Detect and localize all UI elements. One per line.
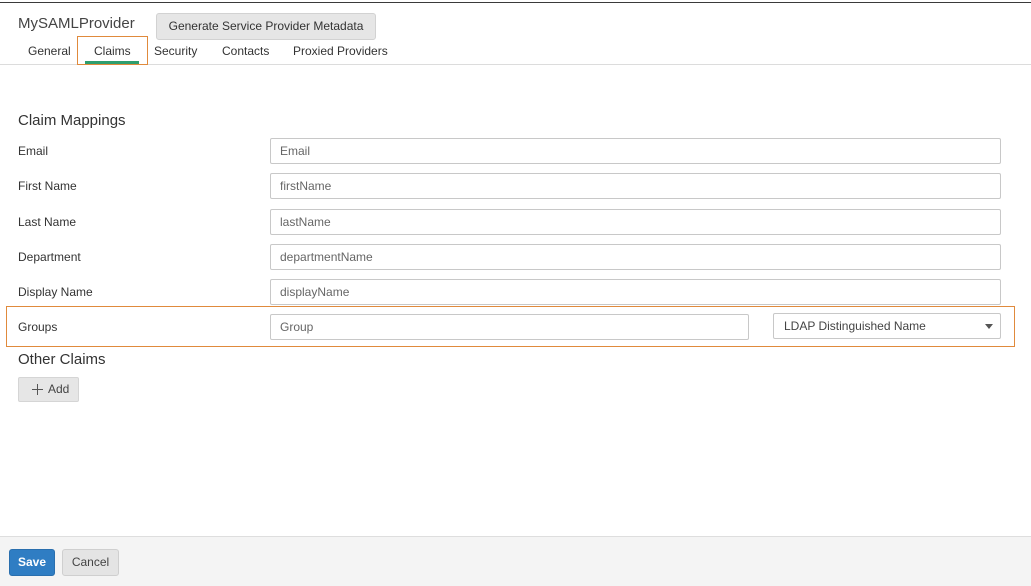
tab-general[interactable]: General <box>28 44 71 58</box>
tab-focus-outline <box>77 36 148 65</box>
department-label: Department <box>18 250 81 264</box>
tab-security[interactable]: Security <box>154 44 197 58</box>
plus-icon <box>32 384 43 395</box>
last-name-label: Last Name <box>18 215 77 229</box>
footer-bar: Save Cancel <box>0 536 1031 586</box>
generate-metadata-button[interactable]: Generate Service Provider Metadata <box>156 13 376 40</box>
first-name-claim-input[interactable] <box>270 173 1001 199</box>
display-name-label: Display Name <box>18 285 93 299</box>
last-name-claim-input[interactable] <box>270 209 1001 235</box>
add-claim-button[interactable]: Add <box>18 377 79 402</box>
other-claims-heading: Other Claims <box>18 351 106 368</box>
department-claim-input[interactable] <box>270 244 1001 270</box>
display-name-claim-input[interactable] <box>270 279 1001 305</box>
tab-contacts[interactable]: Contacts <box>222 44 269 58</box>
groups-row-focus-outline <box>6 306 1015 347</box>
page-title: MySAMLProvider <box>18 15 135 32</box>
tab-proxied-providers[interactable]: Proxied Providers <box>293 44 388 58</box>
top-border <box>0 2 1031 3</box>
add-claim-label: Add <box>48 382 70 396</box>
claim-mappings-heading: Claim Mappings <box>18 112 126 129</box>
email-claim-input[interactable] <box>270 138 1001 164</box>
tab-bar: General Claims Security Contacts Proxied… <box>0 40 1031 65</box>
cancel-button[interactable]: Cancel <box>62 549 119 576</box>
first-name-label: First Name <box>18 179 77 193</box>
email-label: Email <box>18 144 49 158</box>
save-button[interactable]: Save <box>9 549 55 576</box>
